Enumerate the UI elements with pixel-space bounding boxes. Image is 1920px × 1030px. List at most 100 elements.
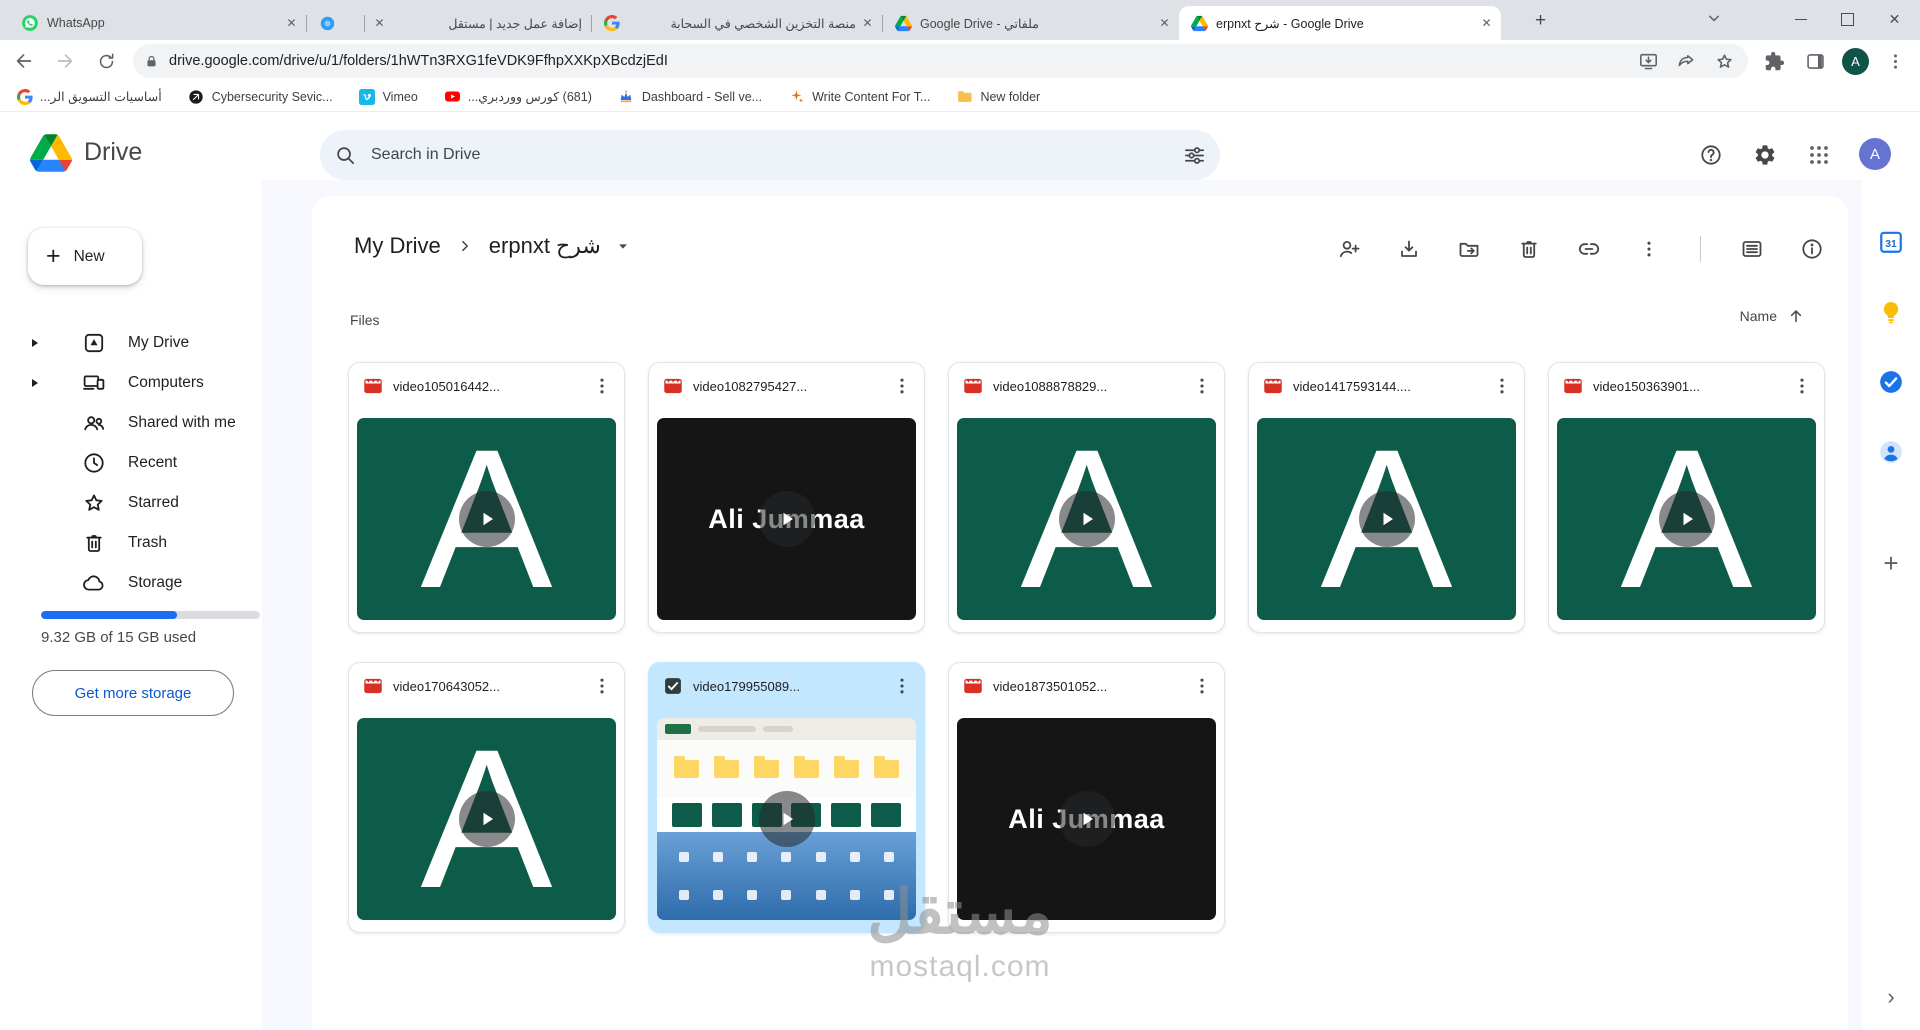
bookmark-item[interactable]: أساسيات التسويق الر...	[16, 88, 162, 105]
breadcrumb-root[interactable]: My Drive	[348, 231, 447, 261]
sidebar-item-trash[interactable]: Trash	[0, 523, 262, 563]
mini-desktop-icon	[849, 890, 860, 900]
get-more-storage-button[interactable]: Get more storage	[32, 670, 234, 716]
drive-logo-icon[interactable]	[30, 134, 72, 177]
side-panel-icon[interactable]	[1800, 46, 1830, 76]
sidebar-item-recent[interactable]: Recent	[0, 443, 262, 483]
share-page-icon[interactable]	[1672, 47, 1700, 75]
settings-gear-icon[interactable]	[1752, 142, 1778, 168]
file-more-options-icon[interactable]	[588, 372, 616, 400]
sidebar-item-shared-with-me[interactable]: Shared with me	[0, 403, 262, 443]
file-card[interactable]: video1417593144.... A	[1248, 362, 1525, 633]
move-to-folder-button[interactable]	[1457, 237, 1481, 261]
file-card[interactable]: video105016442... A	[348, 362, 625, 633]
contacts-icon[interactable]	[1878, 439, 1904, 470]
list-view-toggle-button[interactable]	[1740, 237, 1764, 261]
file-more-options-icon[interactable]	[588, 672, 616, 700]
sort-direction-arrow-icon[interactable]	[1786, 306, 1806, 326]
expand-caret-icon[interactable]	[32, 379, 38, 387]
browser-profile-avatar[interactable]: A	[1842, 47, 1869, 75]
drive-sidebar: + New My Drive Computers Shared with me Rec…	[0, 196, 262, 1030]
file-more-options-icon[interactable]	[1788, 372, 1816, 400]
collapse-panel-chevron-icon[interactable]: ›	[1887, 984, 1894, 1010]
tab-close-icon[interactable]: ✕	[371, 15, 388, 32]
tasks-icon[interactable]	[1878, 369, 1904, 400]
back-button[interactable]	[7, 44, 41, 78]
sort-control[interactable]: Name	[1740, 306, 1806, 326]
download-button[interactable]	[1397, 237, 1421, 261]
details-info-button[interactable]	[1800, 237, 1824, 261]
drive-profile-avatar[interactable]: A	[1859, 138, 1891, 170]
file-more-options-icon[interactable]	[1188, 372, 1216, 400]
lock-icon[interactable]	[143, 53, 160, 70]
browser-tab[interactable]: ✕ إضافة عمل جديد | مستقل	[365, 6, 591, 40]
recent-icon	[82, 451, 106, 475]
sidebar-item-computers[interactable]: Computers	[0, 363, 262, 403]
bookmark-item[interactable]: Dashboard - Sell ve...	[618, 88, 762, 105]
selected-checkbox-icon[interactable]	[663, 676, 683, 696]
browser-tab[interactable]: erpnxt شرح - Google Drive ✕	[1179, 6, 1501, 40]
folder-menu-caret-icon[interactable]	[613, 236, 633, 256]
bookmark-item[interactable]: New folder	[956, 88, 1040, 105]
copy-link-button[interactable]	[1577, 237, 1601, 261]
sidebar-item-label: Computers	[128, 374, 204, 391]
file-card[interactable]: video150363901... A	[1548, 362, 1825, 633]
extensions-icon[interactable]	[1759, 46, 1789, 76]
file-thumbnail	[657, 718, 916, 920]
google-apps-grid-icon[interactable]	[1806, 142, 1832, 168]
file-card[interactable]: video170643052... A	[348, 662, 625, 933]
new-button[interactable]: + New	[28, 228, 142, 285]
file-card[interactable]: video179955089...	[648, 662, 925, 933]
install-app-icon[interactable]	[1634, 47, 1662, 75]
browser-tab[interactable]: منصة التخزين الشخصي في السحابة ✕	[592, 6, 882, 40]
close-window-button[interactable]: ✕	[1871, 0, 1918, 38]
bookmark-item[interactable]: Write Content For T...	[788, 88, 930, 105]
bookmark-label: Cybersecurity Sevic...	[211, 89, 333, 104]
search-input[interactable]: Search in Drive	[320, 130, 1220, 180]
bookmark-star-icon[interactable]	[1710, 47, 1738, 75]
file-card[interactable]: video1082795427... Ali Jummaa	[648, 362, 925, 633]
file-more-options-icon[interactable]	[1188, 672, 1216, 700]
sidebar-item-my-drive[interactable]: My Drive	[0, 323, 262, 363]
file-card[interactable]: video1088878829... A	[948, 362, 1225, 633]
calendar-icon[interactable]: 31	[1878, 229, 1904, 260]
add-apps-plus-icon[interactable]: +	[1883, 548, 1898, 579]
browser-tab[interactable]	[307, 6, 364, 40]
bookmark-item[interactable]: Cybersecurity Sevic...	[188, 88, 333, 105]
cloud-icon	[82, 571, 106, 595]
address-bar[interactable]: drive.google.com/drive/u/1/folders/1hWTn…	[133, 44, 1748, 78]
play-icon	[1058, 491, 1115, 547]
tab-close-icon[interactable]: ✕	[1156, 15, 1173, 32]
new-tab-button[interactable]: +	[1527, 7, 1554, 34]
tab-title: WhatsApp	[47, 16, 105, 30]
file-more-options-icon[interactable]	[888, 372, 916, 400]
reload-button[interactable]	[89, 44, 123, 78]
forward-button[interactable]	[48, 44, 82, 78]
bookmark-item[interactable]: (681) كورس ووردبري...	[444, 88, 592, 105]
file-card[interactable]: video1873501052... Ali Jummaa	[948, 662, 1225, 933]
tab-close-icon[interactable]: ✕	[283, 15, 300, 32]
keep-icon[interactable]	[1878, 299, 1904, 330]
tab-close-icon[interactable]: ✕	[859, 15, 876, 32]
breadcrumb-current[interactable]: erpnxt شرح	[483, 231, 607, 261]
help-icon[interactable]	[1698, 142, 1724, 168]
sidebar-item-starred[interactable]: Starred	[0, 483, 262, 523]
tab-close-icon[interactable]: ✕	[1478, 15, 1495, 32]
browser-tab[interactable]: WhatsApp ✕	[10, 6, 306, 40]
delete-button[interactable]	[1517, 237, 1541, 261]
search-filters-icon[interactable]	[1183, 144, 1206, 167]
file-more-options-icon[interactable]	[888, 672, 916, 700]
file-more-options-icon[interactable]	[1488, 372, 1516, 400]
minimize-button[interactable]	[1777, 0, 1824, 38]
bookmark-item[interactable]: Vimeo	[359, 88, 418, 105]
browser-menu-icon[interactable]	[1880, 46, 1910, 76]
browser-tab[interactable]: Google Drive - ملفاتي ✕	[883, 6, 1179, 40]
search-icon[interactable]	[334, 144, 357, 167]
more-actions-button[interactable]	[1637, 237, 1661, 261]
files-panel: My Drive erpnxt شرح Files Name video1050…	[312, 196, 1848, 1030]
share-button[interactable]	[1337, 237, 1361, 261]
sidebar-item-storage[interactable]: Storage	[0, 563, 262, 603]
tab-search-chevron-icon[interactable]	[1704, 8, 1728, 32]
expand-caret-icon[interactable]	[32, 339, 38, 347]
maximize-button[interactable]	[1824, 0, 1871, 38]
